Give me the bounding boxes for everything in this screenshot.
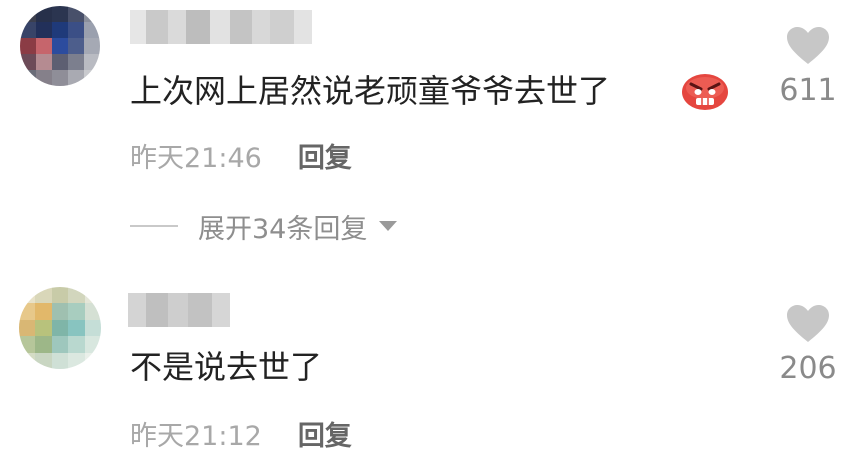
divider-line xyxy=(130,225,178,227)
angry-face-emoji xyxy=(682,74,728,110)
comment-meta: 昨天21:12 回复 xyxy=(130,418,352,452)
expand-replies-label: 展开34条回复 xyxy=(198,213,368,245)
username-blurred[interactable] xyxy=(128,293,230,327)
comment-text: 不是说去世了 xyxy=(130,348,323,386)
comment-text: 上次网上居然说老顽童爷爷去世了 xyxy=(130,72,611,110)
avatar-image xyxy=(19,287,101,369)
expand-replies-button[interactable]: 展开34条回复 xyxy=(130,210,399,245)
timestamp: 昨天21:46 xyxy=(130,142,262,174)
avatar-image xyxy=(20,6,100,86)
like-button[interactable]: 206 xyxy=(775,304,841,386)
chevron-down-icon xyxy=(379,221,398,231)
reply-button[interactable]: 回复 xyxy=(298,414,352,453)
like-count: 611 xyxy=(779,73,837,108)
reply-button[interactable]: 回复 xyxy=(298,136,352,175)
username-blurred[interactable] xyxy=(130,10,312,44)
comment-item: 上次网上居然说老顽童爷爷去世了 昨天21:46 回复 展开34条回复 611 xyxy=(0,0,854,260)
avatar[interactable] xyxy=(20,6,100,86)
comment-item: 不是说去世了 昨天21:12 回复 206 xyxy=(0,270,854,463)
comment-meta: 昨天21:46 回复 xyxy=(130,140,352,174)
like-button[interactable]: 611 xyxy=(775,26,841,108)
heart-icon xyxy=(787,305,829,342)
like-count: 206 xyxy=(779,351,837,386)
timestamp: 昨天21:12 xyxy=(130,420,262,452)
avatar[interactable] xyxy=(19,287,101,369)
heart-icon xyxy=(787,27,829,64)
